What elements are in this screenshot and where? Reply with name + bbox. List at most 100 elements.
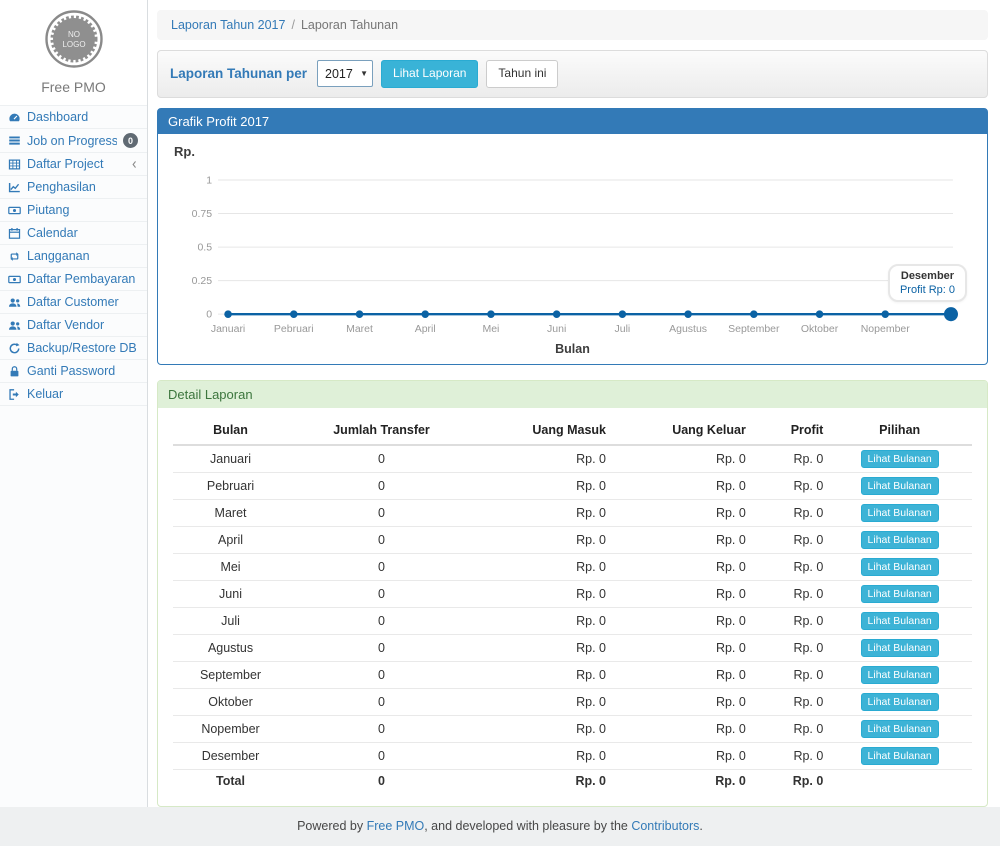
cell-profit: Rp. 0 <box>750 742 828 769</box>
sidebar-item-label: Piutang <box>27 203 143 217</box>
sidebar-item-daftar-vendor[interactable]: Daftar Vendor <box>0 313 147 336</box>
cell-uang-masuk: Rp. 0 <box>475 445 610 473</box>
table-row-juni: Juni0Rp. 0Rp. 0Rp. 0Lihat Bulanan <box>173 580 972 607</box>
sidebar-item-dashboard[interactable]: Dashboard <box>0 105 147 128</box>
sidebar-item-ganti-password[interactable]: Ganti Password <box>0 359 147 382</box>
svg-text:Agustus: Agustus <box>669 323 707 335</box>
sidebar-item-daftar-pembayaran[interactable]: Daftar Pembayaran <box>0 267 147 290</box>
cell-uang-keluar: Rp. 0 <box>610 742 750 769</box>
lihat-bulanan-button[interactable]: Lihat Bulanan <box>861 450 939 468</box>
chevron-left-icon <box>129 159 140 170</box>
y-axis-label: Rp. <box>174 144 973 162</box>
svg-text:Juni: Juni <box>547 323 566 335</box>
svg-text:Maret: Maret <box>346 323 373 335</box>
tahun-ini-button[interactable]: Tahun ini <box>486 60 558 88</box>
lihat-bulanan-button[interactable]: Lihat Bulanan <box>861 639 939 657</box>
cell-bulan: Desember <box>173 742 288 769</box>
lihat-bulanan-button[interactable]: Lihat Bulanan <box>861 666 939 684</box>
lihat-bulanan-button[interactable]: Lihat Bulanan <box>861 558 939 576</box>
dashboard-icon <box>7 111 21 124</box>
chart-body: Rp. 10.750.50.250JanuariPebruariMaretApr… <box>158 134 987 364</box>
lihat-laporan-button[interactable]: Lihat Laporan <box>381 60 478 88</box>
cell-uang-keluar: Rp. 0 <box>610 661 750 688</box>
chart-tooltip-value: Profit Rp: 0 <box>900 284 955 296</box>
svg-text:NO: NO <box>68 30 80 39</box>
chart-tooltip: Desember Profit Rp: 0 <box>888 264 967 302</box>
svg-text:Oktober: Oktober <box>801 323 839 335</box>
footer-link-contributors[interactable]: Contributors <box>631 819 699 833</box>
sidebar-item-daftar-project[interactable]: Daftar Project <box>0 152 147 175</box>
footer-text-middle: , and developed with pleasure by the <box>424 819 631 833</box>
cell-uang-masuk: Rp. 0 <box>475 661 610 688</box>
lihat-bulanan-button[interactable]: Lihat Bulanan <box>861 720 939 738</box>
table-row-agustus: Agustus0Rp. 0Rp. 0Rp. 0Lihat Bulanan <box>173 634 972 661</box>
table-row-maret: Maret0Rp. 0Rp. 0Rp. 0Lihat Bulanan <box>173 499 972 526</box>
footer-text-prefix: Powered by <box>297 819 366 833</box>
calendar-icon <box>7 227 21 240</box>
svg-text:April: April <box>415 323 436 335</box>
cell-uang-keluar: Rp. 0 <box>610 580 750 607</box>
cell-pilihan: Lihat Bulanan <box>827 580 972 607</box>
sidebar-item-backup-restore-db[interactable]: Backup/Restore DB <box>0 336 147 359</box>
users-icon <box>7 296 21 309</box>
sidebar-item-job-on-progress[interactable]: Job on Progress0 <box>0 128 147 152</box>
year-filter-bar: Laporan Tahunan per 2017 ▼ Lihat Laporan… <box>157 50 988 98</box>
detail-laporan-panel: Detail Laporan Bulan Jumlah Transfer Uan… <box>157 380 988 807</box>
sidebar-item-langganan[interactable]: Langganan <box>0 244 147 267</box>
sidebar-item-calendar[interactable]: Calendar <box>0 221 147 244</box>
col-header-uang-masuk: Uang Masuk <box>475 416 610 445</box>
lihat-bulanan-button[interactable]: Lihat Bulanan <box>861 747 939 765</box>
col-header-profit: Profit <box>750 416 828 445</box>
breadcrumb-link-laporan-tahun[interactable]: Laporan Tahun 2017 <box>171 18 285 32</box>
table-row-nopember: Nopember0Rp. 0Rp. 0Rp. 0Lihat Bulanan <box>173 715 972 742</box>
lihat-bulanan-button[interactable]: Lihat Bulanan <box>861 612 939 630</box>
total-pilihan-empty <box>827 769 972 792</box>
cell-profit: Rp. 0 <box>750 580 828 607</box>
cell-jumlah-transfer: 0 <box>288 472 475 499</box>
cell-uang-masuk: Rp. 0 <box>475 634 610 661</box>
cell-bulan: Maret <box>173 499 288 526</box>
table-row-september: September0Rp. 0Rp. 0Rp. 0Lihat Bulanan <box>173 661 972 688</box>
svg-text:LOGO: LOGO <box>62 40 85 49</box>
sidebar-item-penghasilan[interactable]: Penghasilan <box>0 175 147 198</box>
sidebar-item-keluar[interactable]: Keluar <box>0 382 147 406</box>
svg-text:0.75: 0.75 <box>192 208 213 220</box>
svg-text:Juli: Juli <box>614 323 630 335</box>
total-row: Total 0 Rp. 0 Rp. 0 Rp. 0 <box>173 769 972 792</box>
sidebar-item-label: Daftar Pembayaran <box>27 272 143 286</box>
lihat-bulanan-button[interactable]: Lihat Bulanan <box>861 693 939 711</box>
cell-pilihan: Lihat Bulanan <box>827 742 972 769</box>
footer-link-free-pmo[interactable]: Free PMO <box>367 819 425 833</box>
year-select-wrap: 2017 ▼ <box>317 60 373 87</box>
sidebar-item-piutang[interactable]: Piutang <box>0 198 147 221</box>
table-row-oktober: Oktober0Rp. 0Rp. 0Rp. 0Lihat Bulanan <box>173 688 972 715</box>
report-table-rows: Januari0Rp. 0Rp. 0Rp. 0Lihat BulananPebr… <box>173 445 972 770</box>
report-table: Bulan Jumlah Transfer Uang Masuk Uang Ke… <box>173 416 972 792</box>
profit-chart[interactable]: 10.750.50.250JanuariPebruariMaretAprilMe… <box>172 164 973 340</box>
svg-text:September: September <box>728 323 780 335</box>
line-chart-icon <box>7 181 21 194</box>
lihat-bulanan-button[interactable]: Lihat Bulanan <box>861 531 939 549</box>
lihat-bulanan-button[interactable]: Lihat Bulanan <box>861 477 939 495</box>
cell-profit: Rp. 0 <box>750 472 828 499</box>
cell-profit: Rp. 0 <box>750 553 828 580</box>
cell-pilihan: Lihat Bulanan <box>827 715 972 742</box>
breadcrumb: Laporan Tahun 2017/Laporan Tahunan <box>157 10 988 40</box>
cell-bulan: Januari <box>173 445 288 473</box>
cell-uang-masuk: Rp. 0 <box>475 580 610 607</box>
cell-bulan: Pebruari <box>173 472 288 499</box>
cell-bulan: Juli <box>173 607 288 634</box>
count-badge: 0 <box>123 133 138 148</box>
cell-pilihan: Lihat Bulanan <box>827 526 972 553</box>
sidebar-item-daftar-customer[interactable]: Daftar Customer <box>0 290 147 313</box>
retweet-icon <box>7 250 21 263</box>
svg-text:0.5: 0.5 <box>197 241 212 253</box>
cell-uang-keluar: Rp. 0 <box>610 634 750 661</box>
cell-uang-keluar: Rp. 0 <box>610 472 750 499</box>
lihat-bulanan-button[interactable]: Lihat Bulanan <box>861 504 939 522</box>
cell-jumlah-transfer: 0 <box>288 526 475 553</box>
profit-chart-panel: Grafik Profit 2017 Rp. 10.750.50.250Janu… <box>157 108 988 365</box>
year-select[interactable]: 2017 <box>317 60 373 87</box>
cell-pilihan: Lihat Bulanan <box>827 634 972 661</box>
lihat-bulanan-button[interactable]: Lihat Bulanan <box>861 585 939 603</box>
